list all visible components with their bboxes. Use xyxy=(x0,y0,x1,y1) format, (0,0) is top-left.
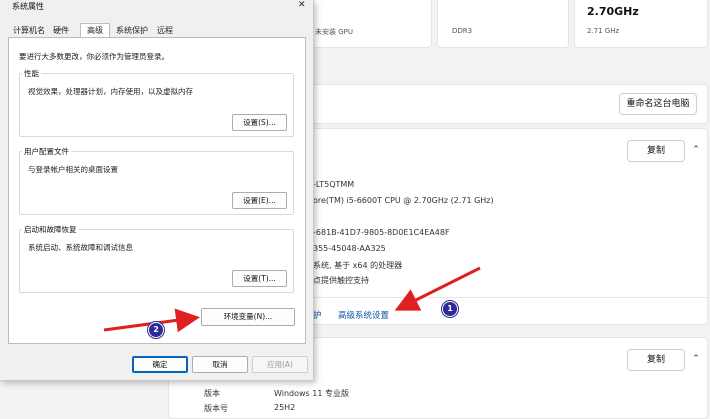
tab-remote[interactable]: 远程 xyxy=(154,24,176,37)
edition-value: Windows 11 专业版 xyxy=(274,389,349,398)
user-profiles-desc: 与登录帐户相关的桌面设置 xyxy=(28,165,118,174)
startup-recovery-group: 启动和故障恢复 系统启动、系统故障和调试信息 设置(T)... xyxy=(19,224,294,293)
apply-button[interactable]: 应用(A) xyxy=(252,356,308,373)
windows-copy-button[interactable]: 复制 xyxy=(627,349,685,371)
tab-computer-name[interactable]: 计算机名 xyxy=(10,24,48,37)
performance-desc: 视觉效果，处理器计划，内存使用，以及虚拟内存 xyxy=(28,87,193,96)
user-profiles-title: 用户配置文件 xyxy=(22,146,71,157)
performance-group: 性能 视觉效果，处理器计划，内存使用，以及虚拟内存 设置(S)... xyxy=(19,68,294,137)
tab-system-protection[interactable]: 系统保护 xyxy=(112,24,152,37)
startup-recovery-title: 启动和故障恢复 xyxy=(22,224,79,235)
performance-settings-button[interactable]: 设置(S)... xyxy=(232,114,287,131)
chevron-up-icon[interactable]: ⌃ xyxy=(685,348,707,370)
pen-touch-value: 点提供触控支持 xyxy=(313,276,369,285)
environment-variables-button[interactable]: 环境变量(N)... xyxy=(201,308,295,326)
cpu-speed-sub: 2.71 GHz xyxy=(587,27,620,35)
system-type-value: 系统, 基于 x64 的处理器 xyxy=(313,261,403,270)
processor-value: ore(TM) i5-6600T CPU @ 2.70GHz (2.71 GHz… xyxy=(313,196,494,205)
user-profiles-settings-button[interactable]: 设置(E)... xyxy=(232,192,287,209)
gpu-card: 未安装 GPU xyxy=(300,0,432,48)
advanced-panel: 要进行大多数更改，你必须作为管理员登录。 性能 视觉效果，处理器计划，内存使用，… xyxy=(8,37,306,344)
step-badge-1: 1 xyxy=(442,301,458,317)
cpu-card: 2.70GHz 2.71 GHz xyxy=(574,0,708,48)
device-specs-card: 复制 ⌃ xyxy=(300,128,708,325)
startup-recovery-desc: 系统启动、系统故障和调试信息 xyxy=(28,243,133,252)
device-copy-button[interactable]: 复制 xyxy=(627,140,685,162)
rename-pc-button[interactable]: 重命名这台电脑 xyxy=(619,93,697,115)
ram-card: DDR3 xyxy=(437,0,569,48)
chevron-up-icon[interactable]: ⌃ xyxy=(685,139,707,161)
version-label: 版本号 xyxy=(204,404,228,413)
step-badge-2: 2 xyxy=(148,322,164,338)
gpu-label: 未安装 GPU xyxy=(315,28,353,36)
close-icon[interactable]: ✕ xyxy=(298,0,306,10)
dialog-title: 系统属性 xyxy=(12,2,44,11)
admin-notice: 要进行大多数更改，你必须作为管理员登录。 xyxy=(19,52,169,61)
device-name-value: -LT5QTMM xyxy=(313,180,355,189)
rename-row: 重命名这台电脑 xyxy=(300,84,708,124)
edition-label: 版本 xyxy=(204,389,220,398)
tab-hardware[interactable]: 硬件 xyxy=(50,24,72,37)
startup-recovery-settings-button[interactable]: 设置(T)... xyxy=(232,270,287,287)
performance-title: 性能 xyxy=(22,68,41,79)
ok-button[interactable]: 确定 xyxy=(132,356,188,373)
product-id-value: 355-45048-AA325 xyxy=(313,244,386,253)
system-protection-link[interactable]: 护 xyxy=(313,309,322,321)
user-profiles-group: 用户配置文件 与登录帐户相关的桌面设置 设置(E)... xyxy=(19,146,294,215)
cpu-speed: 2.70GHz xyxy=(587,5,639,18)
ram-type: DDR3 xyxy=(452,27,473,35)
device-id-value: -681B-41D7-9805-8D0E1C4EA48F xyxy=(313,228,450,237)
cancel-button[interactable]: 取消 xyxy=(192,356,248,373)
advanced-system-settings-link[interactable]: 高级系统设置 xyxy=(338,309,389,321)
